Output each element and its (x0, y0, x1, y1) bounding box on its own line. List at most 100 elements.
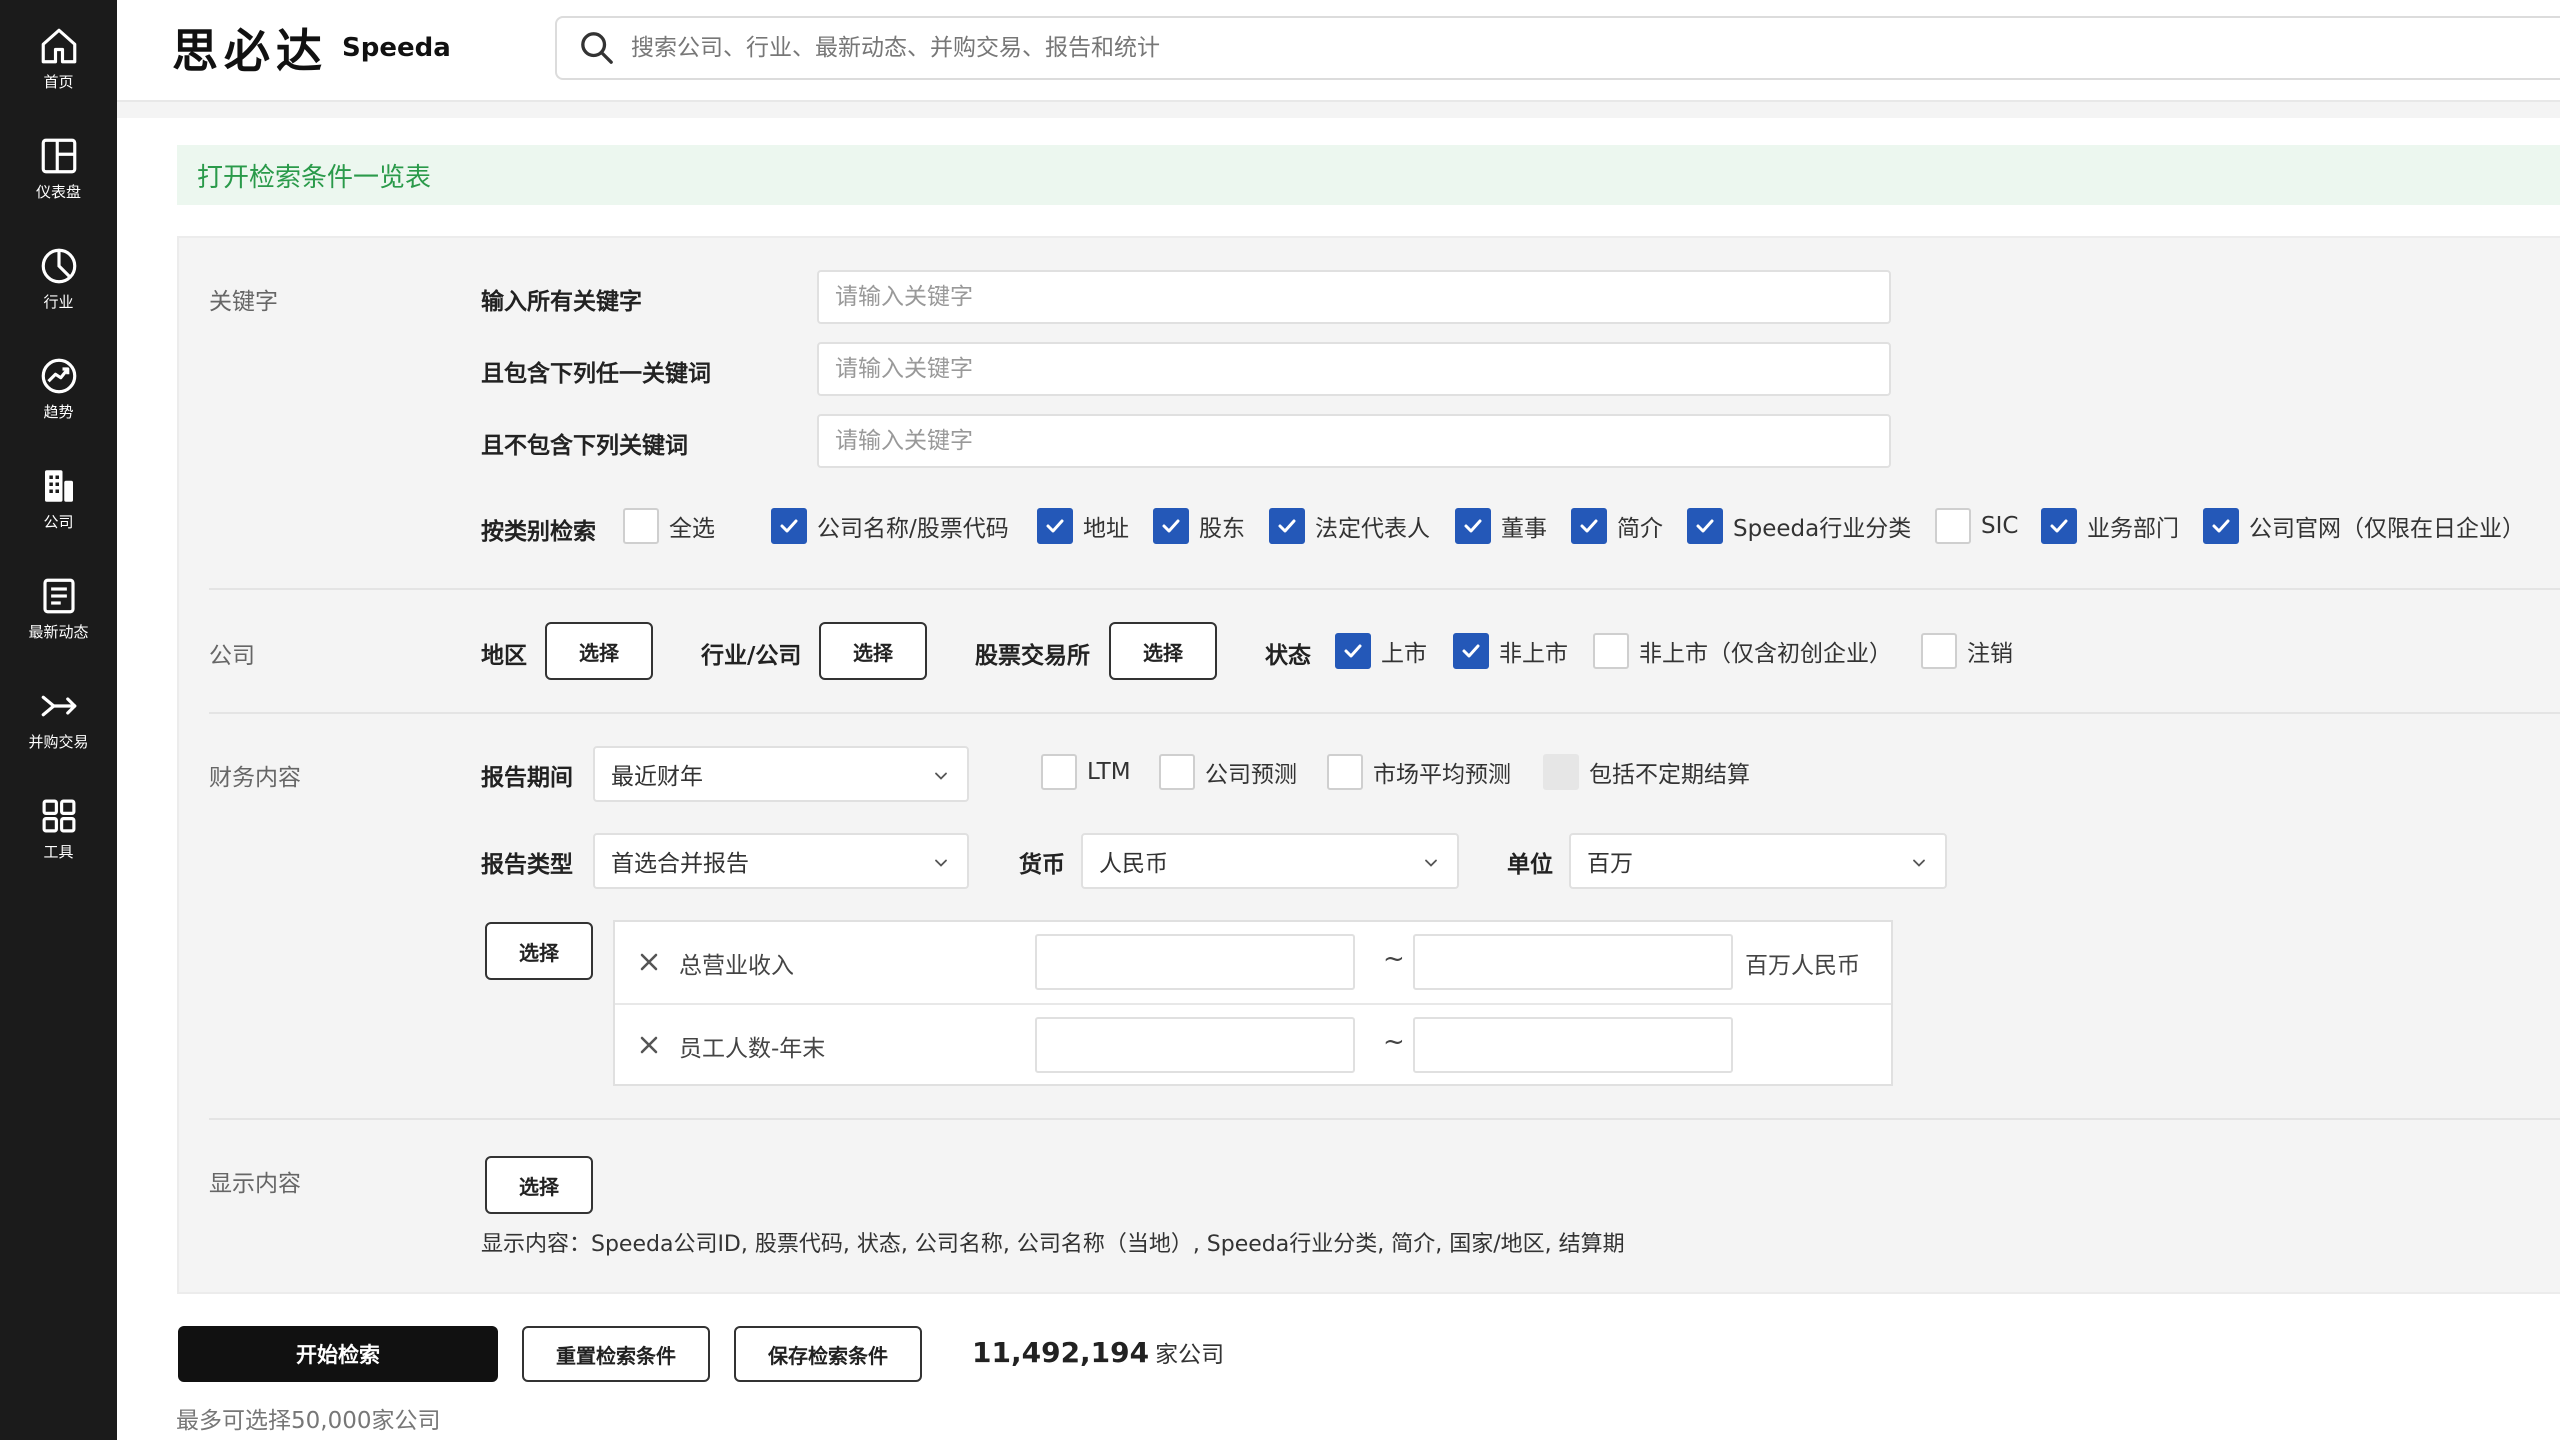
checkbox-speeda-industry[interactable]: Speeda行业分类 (1687, 506, 1911, 546)
search-icon[interactable] (577, 28, 617, 68)
speeda-logo[interactable]: 思必达 Speeda (172, 18, 451, 78)
sidebar-item-home[interactable]: 首页 (0, 8, 117, 108)
sidebar-item-dashboard[interactable]: 仪表盘 (0, 118, 117, 218)
checkbox-box[interactable] (1037, 508, 1073, 544)
checkbox-director[interactable]: 董事 (1455, 506, 1547, 546)
check-icon (1580, 519, 1598, 533)
checkbox-sic[interactable]: SIC (1935, 506, 2018, 546)
checkbox-box[interactable] (1935, 508, 1971, 544)
open-conditions-banner[interactable]: 打开检索条件一览表 (177, 145, 2560, 205)
range-to-input[interactable] (1413, 934, 1733, 990)
checkbox-box[interactable] (2041, 508, 2077, 544)
report-period-dropdown[interactable]: 最近财年 (593, 746, 969, 802)
checkbox-box[interactable] (1571, 508, 1607, 544)
checkbox-label: 非上市 (1499, 641, 1568, 667)
checkbox-status-unlisted[interactable]: 非上市 (1453, 631, 1568, 671)
dropdown-value: 人民币 (1099, 851, 1168, 877)
sidebar-item-company[interactable]: 公司 (0, 448, 117, 548)
checkbox-business-segment[interactable]: 业务部门 (2041, 506, 2179, 546)
checkbox-status-listed[interactable]: 上市 (1335, 631, 1427, 671)
checkbox-status-startup[interactable]: 非上市（仅含初创企业） (1593, 631, 1892, 671)
keyword-none-input[interactable] (817, 414, 1891, 468)
checkbox-select-all[interactable]: 全选 (623, 506, 715, 546)
checkbox-address[interactable]: 地址 (1037, 506, 1129, 546)
sidebar-nav: 首页 仪表盘 行业 趋势 公司 最新动态 并购交易 工具 (0, 0, 117, 1440)
checkbox-box[interactable] (1687, 508, 1723, 544)
result-count-unit: 家公司 (1155, 1342, 1225, 1368)
checkbox-company-name[interactable]: 公司名称/股票代码 (771, 506, 1009, 546)
region-select-button[interactable]: 选择 (545, 622, 653, 680)
checkbox-box[interactable] (623, 508, 659, 544)
report-type-label: 报告类型 (481, 852, 573, 878)
sidebar-item-label: 工具 (43, 842, 74, 861)
checkbox-label: 注销 (1967, 641, 2013, 667)
checkbox-label: 简介 (1617, 516, 1663, 542)
category-search-label: 按类别检索 (481, 519, 596, 545)
sidebar-item-ma[interactable]: 并购交易 (0, 668, 117, 768)
checkbox-label: 全选 (669, 516, 715, 542)
keyword-any-input[interactable] (817, 342, 1891, 396)
start-search-button[interactable]: 开始检索 (178, 1326, 498, 1382)
checkbox-box[interactable] (1327, 754, 1363, 790)
dropdown-value: 首选合并报告 (611, 851, 749, 877)
search-conditions-panel: 关键字 输入所有关键字 且包含下列任一关键词 且不包含下列关键词 按类别检索 全… (177, 236, 2560, 1294)
range-from-input[interactable] (1035, 934, 1355, 990)
checkbox-box[interactable] (1335, 633, 1371, 669)
global-search (555, 16, 2560, 80)
checkbox-box[interactable] (1455, 508, 1491, 544)
section-divider (209, 1118, 2560, 1120)
checkbox-legal-rep[interactable]: 法定代表人 (1269, 506, 1430, 546)
checkbox-box[interactable] (1159, 754, 1195, 790)
sidebar-item-trend[interactable]: 趋势 (0, 338, 117, 438)
checkbox-box[interactable] (1269, 508, 1305, 544)
check-icon (1462, 644, 1480, 658)
global-search-input[interactable] (631, 18, 2560, 78)
trend-icon (41, 358, 76, 393)
display-content-summary: 显示内容：Speeda公司ID, 股票代码, 状态, 公司名称, 公司名称（当地… (481, 1232, 1625, 1257)
sidebar-item-industry[interactable]: 行业 (0, 228, 117, 328)
checkbox-box[interactable] (2203, 508, 2239, 544)
sidebar-item-news[interactable]: 最新动态 (0, 558, 117, 658)
checkbox-label: 业务部门 (2087, 516, 2179, 542)
checkbox-box[interactable] (1453, 633, 1489, 669)
save-conditions-button[interactable]: 保存检索条件 (734, 1326, 922, 1382)
exchange-select-button[interactable]: 选择 (1109, 622, 1217, 680)
checkbox-shareholder[interactable]: 股东 (1153, 506, 1245, 546)
logo-english: Speeda (342, 33, 451, 63)
report-type-dropdown[interactable]: 首选合并报告 (593, 833, 969, 889)
check-icon (1344, 644, 1362, 658)
range-to-input[interactable] (1413, 1017, 1733, 1073)
checkbox-box[interactable] (1041, 754, 1077, 790)
checkbox-label: LTM (1087, 759, 1131, 785)
checkbox-website[interactable]: 公司官网（仅限在日企业） (2203, 506, 2525, 546)
unit-dropdown[interactable]: 百万 (1569, 833, 1947, 889)
section-label-company: 公司 (209, 643, 255, 669)
checkbox-label: 公司预测 (1205, 762, 1297, 788)
currency-dropdown[interactable]: 人民币 (1081, 833, 1459, 889)
checkbox-box[interactable] (1593, 633, 1629, 669)
range-row-revenue: 总营业收入 ~ 百万人民币 (615, 922, 1891, 1003)
range-from-input[interactable] (1035, 1017, 1355, 1073)
reset-conditions-button[interactable]: 重置检索条件 (522, 1326, 710, 1382)
checkbox-box[interactable] (771, 508, 807, 544)
checkbox-market-forecast[interactable]: 市场平均预测 (1327, 752, 1511, 792)
financial-items-select-button[interactable]: 选择 (485, 922, 593, 980)
display-select-button[interactable]: 选择 (485, 1156, 593, 1214)
keyword-all-input[interactable] (817, 270, 1891, 324)
ma-deal-icon (41, 695, 76, 716)
check-icon (1278, 519, 1296, 533)
sidebar-item-label: 行业 (43, 292, 74, 311)
checkbox-profile[interactable]: 简介 (1571, 506, 1663, 546)
checkbox-company-forecast[interactable]: 公司预测 (1159, 752, 1297, 792)
industry-select-button[interactable]: 选择 (819, 622, 927, 680)
checkbox-ltm[interactable]: LTM (1041, 752, 1131, 792)
checkbox-box[interactable] (1921, 633, 1957, 669)
close-icon[interactable] (635, 1031, 663, 1059)
close-icon[interactable] (635, 948, 663, 976)
checkbox-status-deregistered[interactable]: 注销 (1921, 631, 2013, 671)
checkbox-box[interactable] (1153, 508, 1189, 544)
top-header: 思必达 Speeda (117, 0, 2560, 100)
keyword-all-label: 输入所有关键字 (481, 289, 642, 315)
sidebar-item-tools[interactable]: 工具 (0, 778, 117, 878)
dashboard-icon (41, 138, 76, 173)
